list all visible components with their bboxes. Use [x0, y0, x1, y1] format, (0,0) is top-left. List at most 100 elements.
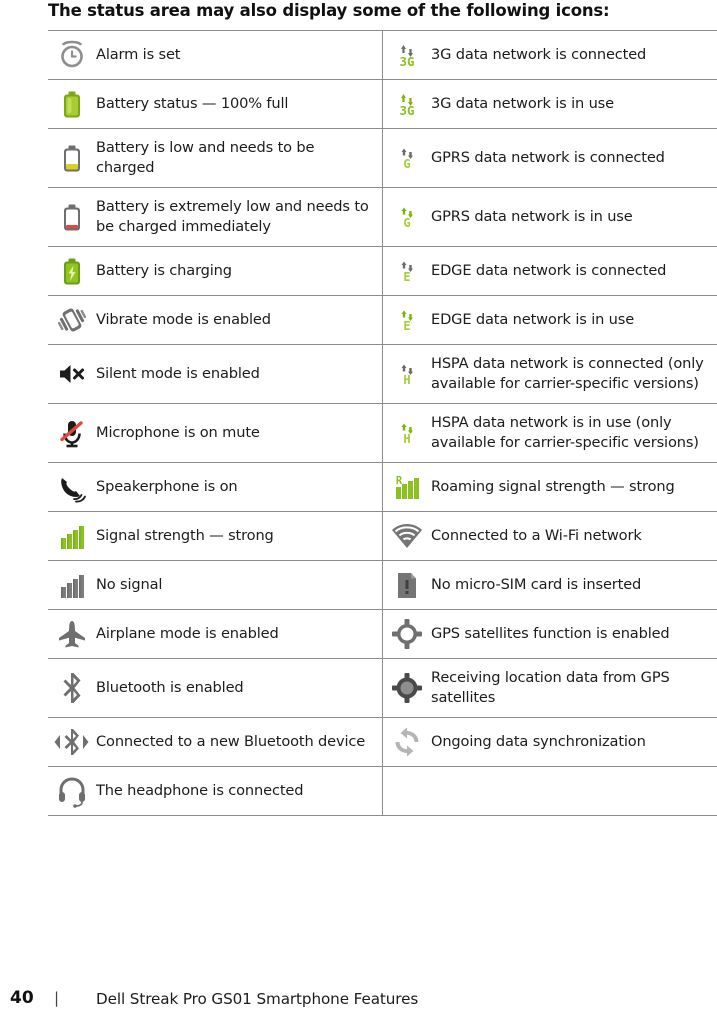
gps-receiving-icon [387, 668, 427, 708]
battery-critical-icon [52, 197, 92, 237]
battery-critical-icon-cell [48, 187, 96, 247]
no-sim-card-icon [387, 565, 427, 605]
row-label: Ongoing data synchronization [431, 733, 646, 750]
row-label: Battery is low and needs to be charged [96, 139, 315, 176]
hspa-connected-icon: H [387, 354, 427, 394]
empty-icon [387, 771, 427, 811]
alarm-clock-icon-cell [48, 30, 96, 80]
microphone-mute-icon [52, 413, 92, 453]
empty-icon-cell [382, 766, 431, 816]
table-row: Battery is charging E EDGE data network … [48, 246, 717, 296]
edge-in-use-icon: E [387, 300, 427, 340]
row-label: The headphone is connected [96, 782, 304, 799]
row-label-cell: Bluetooth is enabled [96, 658, 383, 718]
table-row: Airplane mode is enabled GPS satellites … [48, 609, 717, 659]
row-label: HSPA data network is connected (only ava… [431, 355, 704, 392]
row-label-cell: Roaming signal strength — strong [431, 462, 717, 512]
airplane-mode-icon-cell [48, 609, 96, 659]
gps-enabled-icon-cell [382, 609, 431, 659]
row-label-cell: Receiving location data from GPS satelli… [431, 658, 717, 718]
table-row: Connected to a new Bluetooth device Ongo… [48, 717, 717, 767]
battery-low-icon [52, 138, 92, 178]
intro-text: The status area may also display some of… [48, 1, 610, 20]
row-label: No signal [96, 576, 163, 593]
svg-text:H: H [403, 373, 410, 387]
row-label-cell: GPRS data network is connected [431, 128, 717, 188]
table-row: Microphone is on mute H HSPA data networ… [48, 403, 717, 463]
row-label-cell: Microphone is on mute [96, 403, 383, 463]
battery-full-icon-cell [48, 79, 96, 129]
status-icons-table-body: Alarm is set 3G 3G data network is conne… [48, 30, 717, 816]
3g-in-use-icon-cell: 3G [382, 79, 431, 129]
row-label-cell: Airplane mode is enabled [96, 609, 383, 659]
microphone-mute-icon-cell [48, 403, 96, 463]
row-label: Battery is extremely low and needs to be… [96, 198, 369, 235]
headphone-icon-cell [48, 766, 96, 816]
svg-text:G: G [403, 157, 410, 171]
row-label: Battery status — 100% full [96, 95, 289, 112]
hspa-in-use-icon-cell: H [382, 403, 431, 463]
row-label-cell: HSPA data network is connected (only ava… [431, 344, 717, 404]
bluetooth-icon [52, 668, 92, 708]
row-label: Signal strength — strong [96, 527, 274, 544]
wifi-icon-cell [382, 511, 431, 561]
silent-mode-icon-cell [48, 344, 96, 404]
table-row: Vibrate mode is enabled E EDGE data netw… [48, 295, 717, 345]
bluetooth-connected-icon [52, 722, 92, 762]
battery-low-icon-cell [48, 128, 96, 188]
svg-text:R: R [396, 475, 403, 487]
svg-text:E: E [403, 270, 410, 284]
row-label: EDGE data network is connected [431, 262, 667, 279]
footer-title: Dell Streak Pro GS01 Smartphone Features [96, 990, 419, 1008]
gprs-in-use-icon: G [387, 197, 427, 237]
table-row: Battery status — 100% full 3G 3G data ne… [48, 79, 717, 129]
row-label-cell: Connected to a Wi-Fi network [431, 511, 717, 561]
table-row: No signal No micro-SIM card is inserted [48, 560, 717, 610]
row-label-cell: Signal strength — strong [96, 511, 383, 561]
row-label-cell: Alarm is set [96, 30, 383, 80]
svg-text:3G: 3G [399, 103, 414, 118]
row-label: Microphone is on mute [96, 424, 260, 441]
row-label-cell: Battery is low and needs to be charged [96, 128, 383, 188]
row-label-cell: Battery status — 100% full [96, 79, 383, 129]
svg-text:G: G [403, 216, 410, 230]
table-row: Silent mode is enabled H HSPA data netwo… [48, 344, 717, 404]
sync-icon-cell [382, 717, 431, 767]
status-icons-table: Alarm is set 3G 3G data network is conne… [48, 30, 717, 816]
row-label: Connected to a Wi-Fi network [431, 527, 642, 544]
alarm-clock-icon [52, 35, 92, 75]
row-label-cell: Battery is charging [96, 246, 383, 296]
row-label: 3G data network is in use [431, 95, 614, 112]
row-label-cell: Ongoing data synchronization [431, 717, 717, 767]
page-footer: 40 | Dell Streak Pro GS01 Smartphone Fea… [10, 988, 710, 1014]
row-label-cell: Speakerphone is on [96, 462, 383, 512]
row-label: HSPA data network is in use (only availa… [431, 414, 699, 451]
row-label-cell: GPRS data network is in use [431, 187, 717, 247]
row-label: Battery is charging [96, 262, 232, 279]
row-label-cell: HSPA data network is in use (only availa… [431, 403, 717, 463]
battery-charging-icon [52, 251, 92, 291]
edge-connected-icon: E [387, 251, 427, 291]
bluetooth-connected-icon-cell [48, 717, 96, 767]
roaming-signal-icon: R [387, 467, 427, 507]
row-label: Receiving location data from GPS satelli… [431, 669, 670, 706]
row-label: GPRS data network is connected [431, 149, 665, 166]
row-label-cell: Silent mode is enabled [96, 344, 383, 404]
row-label-cell: The headphone is connected [96, 766, 383, 816]
gprs-connected-icon-cell: G [382, 128, 431, 188]
battery-full-icon [52, 84, 92, 124]
svg-text:3G: 3G [399, 54, 414, 69]
table-row: Alarm is set 3G 3G data network is conne… [48, 30, 717, 80]
hspa-in-use-icon: H [387, 413, 427, 453]
headphone-icon [52, 771, 92, 811]
row-label: Vibrate mode is enabled [96, 311, 271, 328]
row-label-cell: Battery is extremely low and needs to be… [96, 187, 383, 247]
svg-text:E: E [403, 319, 410, 333]
sync-icon [387, 722, 427, 762]
signal-strong-icon [52, 516, 92, 556]
gprs-in-use-icon-cell: G [382, 187, 431, 247]
table-row: Signal strength — strong Connected to a … [48, 511, 717, 561]
battery-charging-icon-cell [48, 246, 96, 296]
speakerphone-icon-cell [48, 462, 96, 512]
3g-in-use-icon: 3G [387, 84, 427, 124]
